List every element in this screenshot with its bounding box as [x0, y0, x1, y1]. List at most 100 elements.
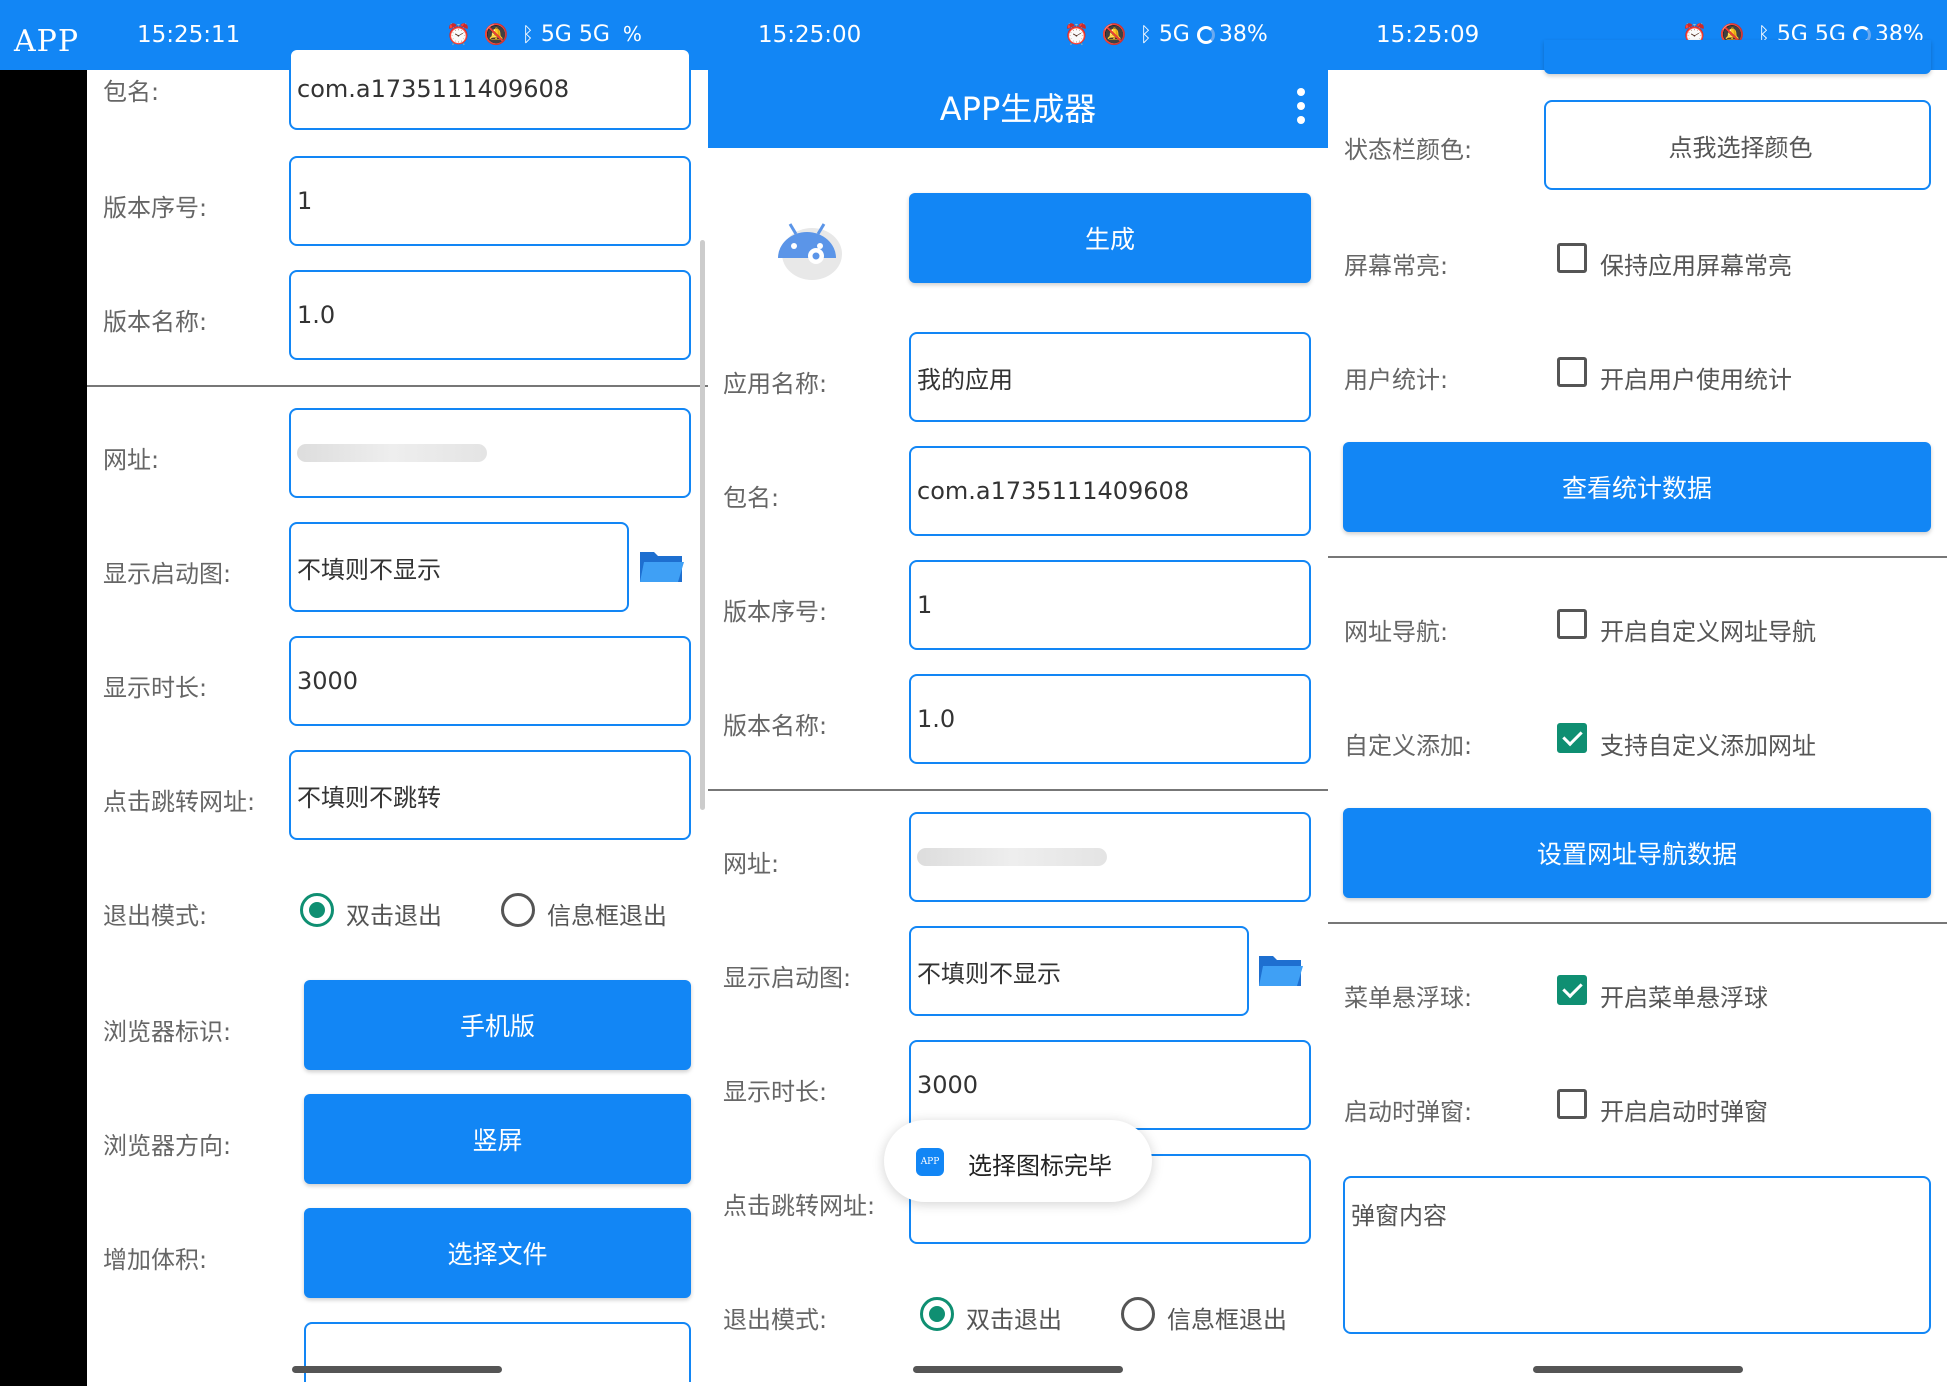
keep-screen-label: 屏幕常亮: — [1344, 252, 1449, 280]
screen-1: APP 15:25:11 ⏰ 🔕 ᛒ 5G 5G % 包名: com.a1735… — [0, 0, 708, 1386]
exit-dialog-radio[interactable] — [501, 893, 535, 927]
status-icons: ⏰ 🔕 ᛒ 5G 5G % — [440, 22, 642, 47]
folder-icon[interactable] — [638, 546, 686, 586]
section-divider — [1328, 556, 1947, 558]
status-bar: 15:25:00 ⏰ 🔕 ᛒ 5G 38% — [708, 0, 1328, 70]
cut-off-field[interactable] — [304, 1322, 691, 1382]
version-name-input[interactable]: 1.0 — [289, 270, 691, 360]
alarm-icon: ⏰ — [446, 22, 471, 46]
android-app-icon[interactable] — [768, 216, 848, 282]
url-nav-text: 开启自定义网址导航 — [1600, 618, 1816, 646]
cut-off-button[interactable] — [1544, 40, 1931, 74]
bluetooth-icon: ᛒ — [1139, 22, 1152, 46]
package-input[interactable]: com.a1735111409608 — [289, 48, 691, 130]
user-stats-text: 开启用户使用统计 — [1600, 366, 1792, 394]
home-indicator[interactable] — [1533, 1366, 1743, 1373]
browser-ua-button[interactable]: 手机版 — [304, 980, 691, 1070]
duration-label: 显示时长: — [103, 674, 208, 702]
package-input[interactable]: com.a1735111409608 — [909, 446, 1311, 536]
custom-add-checkbox[interactable] — [1557, 723, 1587, 753]
battery-text: % — [622, 22, 642, 46]
generate-button[interactable]: 生成 — [909, 193, 1311, 283]
toast: APP 选择图标完毕 — [884, 1120, 1152, 1202]
more-options-icon[interactable] — [1296, 88, 1306, 124]
version-name-label: 版本名称: — [103, 308, 208, 336]
package-label: 包名: — [723, 484, 780, 512]
status-time: 15:25:00 — [758, 22, 862, 48]
screen-3: 15:25:09 ⏰ 🔕 ᛒ 5G 5G 38% 状态栏颜色: 点我选择颜色 屏… — [1328, 0, 1947, 1386]
scrollbar[interactable] — [700, 240, 705, 810]
left-black-strip — [0, 70, 87, 1386]
keep-screen-text: 保持应用屏幕常亮 — [1600, 252, 1792, 280]
home-indicator[interactable] — [292, 1366, 502, 1373]
startup-popup-label: 启动时弹窗: — [1344, 1098, 1473, 1126]
home-indicator[interactable] — [913, 1366, 1123, 1373]
blurred-url — [297, 444, 487, 462]
version-code-label: 版本序号: — [723, 598, 828, 626]
mute-icon: 🔕 — [1101, 22, 1127, 46]
folder-icon[interactable] — [1257, 950, 1305, 990]
app-icon: APP — [916, 1148, 944, 1176]
user-stats-checkbox[interactable] — [1557, 357, 1587, 387]
blurred-url — [917, 848, 1107, 866]
status-icons: ⏰ 🔕 ᛒ 5G 38% — [1058, 22, 1268, 47]
exit-double-text: 双击退出 — [346, 902, 442, 930]
version-code-input[interactable]: 1 — [289, 156, 691, 246]
duration-input[interactable]: 3000 — [289, 636, 691, 726]
app-name-label: 应用名称: — [723, 370, 828, 398]
exit-dialog-radio[interactable] — [1121, 1297, 1155, 1331]
splash-input[interactable]: 不填则不显示 — [909, 926, 1249, 1016]
splash-input[interactable]: 不填则不显示 — [289, 522, 629, 612]
splash-label: 显示启动图: — [103, 560, 232, 588]
version-code-input[interactable]: 1 — [909, 560, 1311, 650]
jump-url-input[interactable]: 不填则不跳转 — [289, 750, 691, 840]
screen-2: 15:25:00 ⏰ 🔕 ᛒ 5G 38% APP生成器 生成 应用名称: 我的… — [708, 0, 1328, 1386]
app-name-input[interactable]: 我的应用 — [909, 332, 1311, 422]
url-nav-checkbox[interactable] — [1557, 609, 1587, 639]
url-nav-label: 网址导航: — [1344, 618, 1449, 646]
statusbar-color-label: 状态栏颜色: — [1344, 136, 1473, 164]
app-bar: APP生成器 — [708, 70, 1328, 148]
toast-message: 选择图标完毕 — [968, 1152, 1112, 1180]
menu-ball-label: 菜单悬浮球: — [1344, 984, 1473, 1012]
startup-popup-text: 开启启动时弹窗 — [1600, 1098, 1768, 1126]
keep-screen-checkbox[interactable] — [1557, 243, 1587, 273]
exit-dialog-text: 信息框退出 — [1167, 1306, 1287, 1334]
exit-double-radio[interactable] — [920, 1297, 954, 1331]
exit-mode-label: 退出模式: — [723, 1306, 828, 1334]
duration-label: 显示时长: — [723, 1078, 828, 1106]
custom-add-text: 支持自定义添加网址 — [1600, 732, 1816, 760]
jump-url-label: 点击跳转网址: — [723, 1192, 876, 1220]
browser-orientation-button[interactable]: 竖屏 — [304, 1094, 691, 1184]
url-input[interactable] — [909, 812, 1311, 902]
exit-mode-label: 退出模式: — [103, 902, 208, 930]
user-stats-label: 用户统计: — [1344, 366, 1449, 394]
url-input[interactable] — [289, 408, 691, 498]
version-name-label: 版本名称: — [723, 712, 828, 740]
view-stats-button[interactable]: 查看统计数据 — [1343, 442, 1931, 532]
startup-popup-checkbox[interactable] — [1557, 1089, 1587, 1119]
page-title: APP生成器 — [939, 90, 1097, 128]
pick-color-button[interactable]: 点我选择颜色 — [1544, 100, 1931, 190]
status-time: 15:25:11 — [137, 22, 241, 48]
add-size-button[interactable]: 选择文件 — [304, 1208, 691, 1298]
section-divider — [87, 385, 708, 387]
popup-content-textarea[interactable]: 弹窗内容 — [1343, 1176, 1931, 1334]
exit-dialog-text: 信息框退出 — [547, 902, 667, 930]
signal-text: 5G 5G — [540, 22, 610, 47]
section-divider — [708, 789, 1328, 791]
browser-orientation-label: 浏览器方向: — [103, 1132, 232, 1160]
bluetooth-icon: ᛒ — [521, 22, 534, 46]
version-name-input[interactable]: 1.0 — [909, 674, 1311, 764]
section-divider-2 — [1328, 922, 1947, 924]
duration-input[interactable]: 3000 — [909, 1040, 1311, 1130]
url-label: 网址: — [723, 850, 780, 878]
set-nav-data-button[interactable]: 设置网址导航数据 — [1343, 808, 1931, 898]
exit-double-radio[interactable] — [300, 893, 334, 927]
menu-ball-text: 开启菜单悬浮球 — [1600, 984, 1768, 1012]
battery-text: 38% — [1218, 22, 1268, 47]
menu-ball-checkbox[interactable] — [1557, 975, 1587, 1005]
status-time: 15:25:09 — [1376, 22, 1480, 48]
url-label: 网址: — [103, 446, 160, 474]
custom-add-label: 自定义添加: — [1344, 732, 1473, 760]
